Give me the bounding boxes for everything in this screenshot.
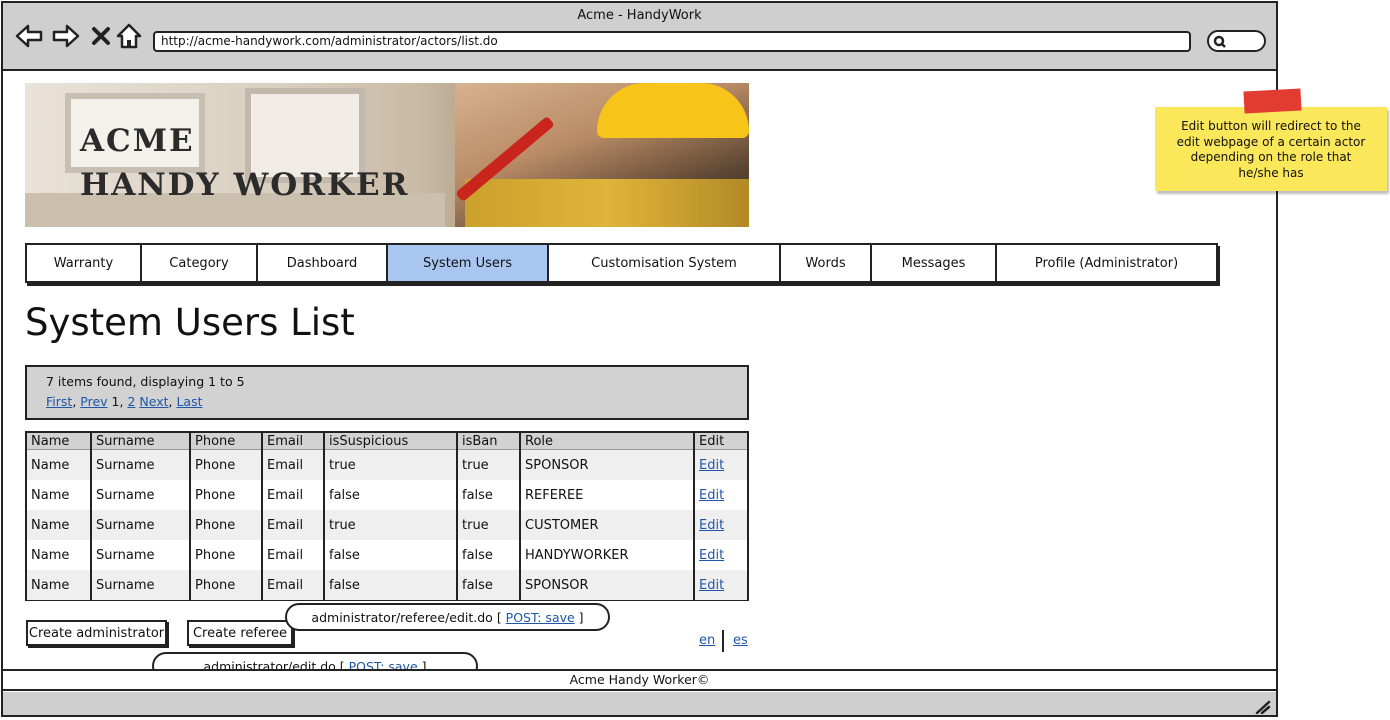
table-row: Name Surname Phone Email false false SPO… (27, 570, 747, 600)
tab-profile-administrator[interactable]: Profile (Administrator) (997, 245, 1216, 281)
cell-phone: Phone (190, 510, 263, 540)
callout-path: administrator/referee/edit.do (311, 609, 493, 625)
forward-arrow-icon[interactable] (51, 21, 81, 51)
cell-surname: Surname (91, 449, 191, 480)
stop-icon[interactable] (86, 21, 116, 51)
create-administrator-button[interactable]: Create administrator (26, 620, 167, 646)
pagination-first-link[interactable]: First (46, 394, 72, 409)
cell-issuspicious: true (324, 510, 458, 540)
users-table: Name Surname Phone Email isSuspicious is… (25, 431, 749, 601)
edit-link[interactable]: Edit (699, 488, 724, 503)
address-bar[interactable]: http://acme-handywork.com/administrator/… (153, 31, 1191, 52)
column-header-isban: isBan (457, 433, 521, 450)
language-en-link[interactable]: en (699, 633, 715, 648)
cell-isban: false (457, 540, 521, 570)
cell-email: Email (262, 510, 325, 540)
cell-role: SPONSOR (520, 570, 695, 600)
cell-role: HANDYWORKER (520, 540, 695, 570)
cell-name: Name (27, 480, 92, 510)
cell-phone: Phone (190, 540, 263, 570)
banner-line-1: ACME (80, 123, 195, 159)
resize-grip-icon[interactable] (1255, 699, 1271, 718)
cell-name: Name (27, 449, 92, 480)
tab-dashboard[interactable]: Dashboard (258, 245, 388, 281)
table-row: Name Surname Phone Email true true CUSTO… (27, 510, 747, 540)
pagination-page-2-link[interactable]: 2 (127, 394, 135, 409)
language-divider (722, 630, 724, 652)
tab-words[interactable]: Words (781, 245, 872, 281)
tab-system-users[interactable]: System Users (388, 245, 549, 281)
table-row: Name Surname Phone Email false false REF… (27, 480, 747, 510)
home-icon[interactable] (114, 21, 144, 51)
back-arrow-icon[interactable] (14, 21, 44, 51)
column-header-role: Role (520, 433, 695, 450)
referee-action-callout: administrator/referee/edit.do [ POST: sa… (285, 603, 610, 631)
edit-link[interactable]: Edit (699, 458, 724, 473)
header-banner-image: ACME HANDY WORKER (25, 83, 749, 227)
cell-role: REFEREE (520, 480, 695, 510)
column-header-name: Name (27, 433, 92, 450)
pagination-links: First, Prev 1, 2 Next, Last (46, 394, 203, 409)
pagination-summary: 7 items found, displaying 1 to 5 (46, 374, 245, 389)
tab-messages[interactable]: Messages (872, 245, 997, 281)
pagination-current-page: 1 (111, 394, 120, 409)
cell-issuspicious: true (324, 449, 458, 480)
cell-email: Email (262, 540, 325, 570)
column-header-phone: Phone (190, 433, 263, 450)
table-header-row: Name Surname Phone Email isSuspicious is… (27, 433, 747, 450)
browser-search-field[interactable] (1207, 30, 1266, 52)
cell-name: Name (27, 570, 92, 600)
cell-isban: true (457, 510, 521, 540)
cell-surname: Surname (91, 570, 191, 600)
banner-logo-text: ACME HANDY WORKER (80, 119, 409, 207)
cell-email: Email (262, 570, 325, 600)
edit-link[interactable]: Edit (699, 548, 724, 563)
cell-issuspicious: false (324, 540, 458, 570)
cell-surname: Surname (91, 540, 191, 570)
cell-email: Email (262, 480, 325, 510)
sticky-note-tape (1243, 88, 1302, 114)
annotation-sticky-note: Edit button will redirect to the edit we… (1155, 107, 1387, 191)
edit-link[interactable]: Edit (699, 578, 724, 593)
main-nav: Warranty Category Dashboard System Users… (25, 243, 1218, 283)
browser-statusbar (3, 692, 1276, 715)
cell-issuspicious: false (324, 480, 458, 510)
tab-category[interactable]: Category (142, 245, 258, 281)
cell-phone: Phone (190, 449, 263, 480)
search-icon (1213, 35, 1226, 48)
page-footer: Acme Handy Worker© (3, 669, 1276, 691)
cell-role: CUSTOMER (520, 510, 695, 540)
tab-customisation-system[interactable]: Customisation System (549, 245, 781, 281)
pagination-box: 7 items found, displaying 1 to 5 First, … (25, 365, 749, 420)
column-header-edit: Edit (694, 433, 747, 450)
cell-issuspicious: false (324, 570, 458, 600)
column-header-email: Email (262, 433, 325, 450)
create-referee-button[interactable]: Create referee (187, 620, 293, 646)
cell-name: Name (27, 540, 92, 570)
table-row: Name Surname Phone Email false false HAN… (27, 540, 747, 570)
callout-post-link[interactable]: POST: save (506, 610, 575, 625)
pagination-prev-link[interactable]: Prev (80, 394, 107, 409)
cell-isban: true (457, 449, 521, 480)
window-title: Acme - HandyWork (577, 8, 702, 23)
cell-isban: false (457, 570, 521, 600)
pagination-last-link[interactable]: Last (176, 394, 202, 409)
cell-role: SPONSOR (520, 449, 695, 480)
cell-surname: Surname (91, 480, 191, 510)
cell-isban: false (457, 480, 521, 510)
pagination-next-link[interactable]: Next (139, 394, 168, 409)
cell-name: Name (27, 510, 92, 540)
page-title: System Users List (25, 301, 355, 344)
cell-phone: Phone (190, 480, 263, 510)
tab-warranty[interactable]: Warranty (27, 245, 142, 281)
cell-surname: Surname (91, 510, 191, 540)
edit-link[interactable]: Edit (699, 518, 724, 533)
cell-phone: Phone (190, 570, 263, 600)
banner-line-2: HANDY WORKER (80, 167, 410, 203)
language-es-link[interactable]: es (733, 633, 748, 648)
cell-email: Email (262, 449, 325, 480)
table-row: Name Surname Phone Email true true SPONS… (27, 449, 747, 480)
column-header-issuspicious: isSuspicious (324, 433, 458, 450)
column-header-surname: Surname (91, 433, 191, 450)
